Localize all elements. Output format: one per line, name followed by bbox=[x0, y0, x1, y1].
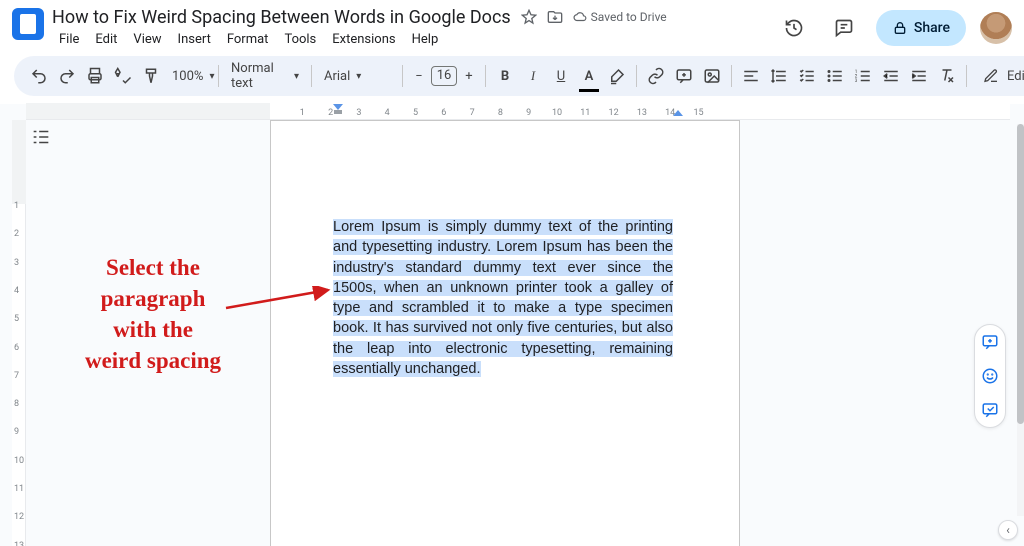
share-button[interactable]: Share bbox=[876, 10, 966, 46]
selection-side-toolbar bbox=[974, 324, 1006, 428]
ruler-v-number: 4 bbox=[14, 286, 19, 296]
menu-help[interactable]: Help bbox=[405, 30, 446, 49]
document-title[interactable]: How to Fix Weird Spacing Between Words i… bbox=[52, 7, 511, 28]
menu-extensions[interactable]: Extensions bbox=[325, 30, 402, 49]
ruler-h-number: 6 bbox=[441, 108, 446, 118]
ruler-v-number: 8 bbox=[14, 399, 19, 409]
italic-button[interactable]: I bbox=[520, 62, 546, 90]
docs-logo-icon[interactable] bbox=[12, 8, 44, 40]
annotation-callout: Select the paragraph with the weird spac… bbox=[58, 252, 248, 376]
paragraph-style-select[interactable]: Normal text▾ bbox=[225, 61, 305, 91]
align-button[interactable] bbox=[738, 62, 764, 90]
annotation-line: weird spacing bbox=[58, 345, 248, 376]
menu-view[interactable]: View bbox=[126, 30, 168, 49]
font-size-input[interactable]: 16 bbox=[431, 66, 457, 86]
font-family-value: Arial bbox=[324, 69, 350, 84]
ruler-v-number: 1 bbox=[14, 201, 19, 211]
cloud-status-text: Saved to Drive bbox=[591, 10, 667, 24]
cloud-status[interactable]: Saved to Drive bbox=[573, 10, 667, 24]
menu-insert[interactable]: Insert bbox=[171, 30, 218, 49]
star-icon[interactable] bbox=[521, 9, 537, 25]
font-size-decrease[interactable]: − bbox=[409, 69, 429, 84]
bold-button[interactable]: B bbox=[492, 62, 518, 90]
line-spacing-button[interactable] bbox=[766, 62, 792, 90]
move-folder-icon[interactable] bbox=[547, 9, 563, 25]
annotation-line: Select the bbox=[58, 252, 248, 283]
zoom-value: 100% bbox=[172, 69, 203, 84]
ruler-h-number: 13 bbox=[637, 108, 647, 118]
annotation-arrow-icon bbox=[224, 286, 334, 312]
numbered-list-button[interactable]: 123 bbox=[850, 62, 876, 90]
selection-text: Lorem Ipsum is simply dummy text of the … bbox=[333, 219, 673, 377]
text-color-button[interactable]: A bbox=[576, 62, 602, 90]
toolbar: 100%▾ Normal text▾ Arial▾ − 16 + B I U A… bbox=[14, 56, 1024, 96]
account-avatar[interactable] bbox=[980, 12, 1012, 44]
vertical-ruler[interactable]: 12345678910111213 bbox=[12, 120, 26, 546]
ruler-v-number: 3 bbox=[14, 258, 19, 268]
ruler-h-number: 8 bbox=[498, 108, 503, 118]
annotation-line: with the bbox=[58, 314, 248, 345]
menu-tools[interactable]: Tools bbox=[277, 30, 323, 49]
zoom-select[interactable]: 100%▾ bbox=[166, 69, 212, 84]
vertical-scrollbar[interactable] bbox=[1017, 124, 1024, 516]
print-button[interactable] bbox=[82, 62, 108, 90]
ruler-h-number: 11 bbox=[580, 108, 590, 118]
indent-increase-button[interactable] bbox=[906, 62, 932, 90]
underline-button[interactable]: U bbox=[548, 62, 574, 90]
ruler-h-number: 1 bbox=[300, 108, 305, 118]
editing-mode-label: Editing bbox=[1007, 69, 1024, 84]
svg-text:3: 3 bbox=[855, 78, 858, 84]
add-reaction-icon[interactable] bbox=[974, 359, 1006, 393]
ruler-h-number: 4 bbox=[385, 108, 390, 118]
explore-fab[interactable]: ‹ bbox=[998, 520, 1018, 540]
ruler-h-number: 12 bbox=[609, 108, 619, 118]
suggest-edits-icon[interactable] bbox=[974, 393, 1006, 427]
menubar: File Edit View Insert Format Tools Exten… bbox=[52, 30, 776, 49]
insert-link-button[interactable] bbox=[643, 62, 669, 90]
ruler-v-number: 11 bbox=[14, 484, 24, 494]
redo-button[interactable] bbox=[54, 62, 80, 90]
paint-format-button[interactable] bbox=[138, 62, 164, 90]
spellcheck-button[interactable] bbox=[110, 62, 136, 90]
ruler-v-number: 10 bbox=[14, 456, 24, 466]
ruler-h-number: 15 bbox=[693, 108, 703, 118]
editing-mode-select[interactable]: Editing ▾ bbox=[973, 68, 1024, 84]
ruler-v-number: 7 bbox=[14, 371, 19, 381]
history-icon[interactable] bbox=[776, 10, 812, 46]
insert-image-button[interactable] bbox=[699, 62, 725, 90]
ruler-h-number: 7 bbox=[470, 108, 475, 118]
bulleted-list-button[interactable] bbox=[822, 62, 848, 90]
menu-edit[interactable]: Edit bbox=[88, 30, 124, 49]
annotation-line: paragraph bbox=[58, 283, 248, 314]
indent-decrease-button[interactable] bbox=[878, 62, 904, 90]
font-size-increase[interactable]: + bbox=[459, 69, 479, 84]
menu-format[interactable]: Format bbox=[220, 30, 276, 49]
ruler-v-number: 12 bbox=[14, 512, 24, 522]
ruler-v-number: 2 bbox=[14, 229, 19, 239]
ruler-v-number: 5 bbox=[14, 314, 19, 324]
insert-comment-button[interactable] bbox=[671, 62, 697, 90]
paragraph-selected[interactable]: Lorem Ipsum is simply dummy text of the … bbox=[333, 217, 673, 379]
clear-formatting-button[interactable] bbox=[934, 62, 960, 90]
ruler-h-number: 9 bbox=[526, 108, 531, 118]
ruler-h-number: 5 bbox=[413, 108, 418, 118]
ruler-v-number: 13 bbox=[14, 541, 24, 546]
horizontal-ruler[interactable]: 123456789101112131415 bbox=[26, 104, 1010, 120]
ruler-v-number: 9 bbox=[14, 427, 19, 437]
share-button-label: Share bbox=[914, 20, 950, 36]
highlight-color-button[interactable] bbox=[604, 62, 630, 90]
paragraph-style-value: Normal text bbox=[231, 61, 288, 91]
ruler-h-number: 10 bbox=[552, 108, 562, 118]
outline-toggle-icon[interactable] bbox=[30, 126, 52, 148]
undo-button[interactable] bbox=[26, 62, 52, 90]
comments-icon[interactable] bbox=[826, 10, 862, 46]
menu-file[interactable]: File bbox=[52, 30, 86, 49]
font-family-select[interactable]: Arial▾ bbox=[318, 69, 396, 84]
add-comment-icon[interactable] bbox=[974, 325, 1006, 359]
checklist-button[interactable] bbox=[794, 62, 820, 90]
ruler-v-number: 6 bbox=[14, 343, 19, 353]
ruler-h-number: 3 bbox=[356, 108, 361, 118]
document-page[interactable]: Lorem Ipsum is simply dummy text of the … bbox=[270, 120, 740, 546]
